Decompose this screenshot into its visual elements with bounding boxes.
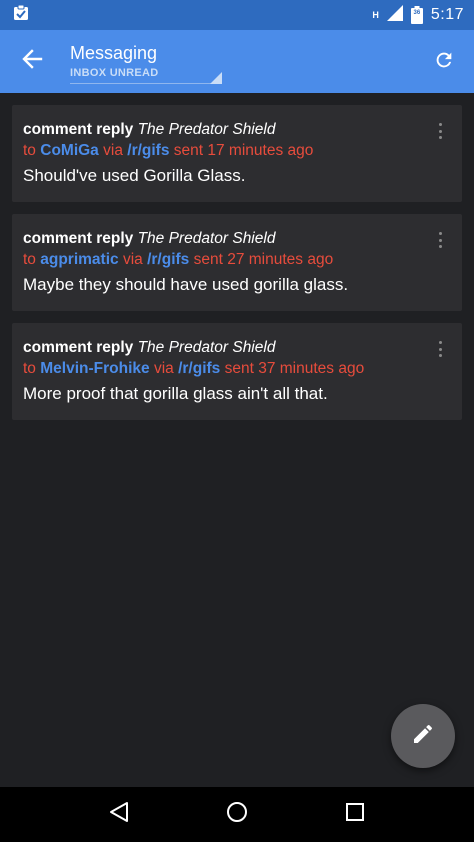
folder-subtitle: INBOX UNREAD <box>70 66 159 79</box>
thread-title[interactable]: The Predator Shield <box>138 230 276 247</box>
message-meta: to agprimatic via /r/gifs sent 27 minute… <box>23 249 422 271</box>
nav-recents-button[interactable] <box>330 790 380 840</box>
nav-back-button[interactable] <box>94 790 144 840</box>
via-label: via <box>153 360 174 377</box>
clock: 5:17 <box>430 6 464 23</box>
message-type: comment reply <box>23 121 134 138</box>
circle-home-icon <box>226 801 248 828</box>
message-body: Should've used Gorilla Glass. <box>23 166 246 185</box>
to-label: to <box>23 360 36 377</box>
to-label: to <box>23 142 36 159</box>
notification-clipboard-icon <box>12 4 30 27</box>
subreddit-link[interactable]: /r/gifs <box>147 251 189 268</box>
message-header: comment reply The Predator Shield <box>23 337 422 358</box>
thread-title[interactable]: The Predator Shield <box>138 339 276 356</box>
message-list: comment reply The Predator Shield to CoM… <box>12 105 462 432</box>
page-title: Messaging <box>70 42 158 63</box>
more-vert-icon[interactable] <box>434 123 446 139</box>
message-header: comment reply The Predator Shield <box>23 228 422 249</box>
message-type: comment reply <box>23 230 134 247</box>
message-meta: to CoMiGa via /r/gifs sent 17 minutes ag… <box>23 140 422 162</box>
to-label: to <box>23 251 36 268</box>
message-type: comment reply <box>23 339 134 356</box>
sent-time: sent 27 minutes ago <box>193 251 334 268</box>
message-card[interactable]: comment reply The Predator Shield to CoM… <box>12 105 462 202</box>
thread-title[interactable]: The Predator Shield <box>138 121 276 138</box>
message-body: More proof that gorilla glass ain't all … <box>23 384 328 403</box>
pencil-icon <box>411 722 435 751</box>
subreddit-link[interactable]: /r/gifs <box>178 360 220 377</box>
signal-icon <box>386 5 403 25</box>
more-vert-icon[interactable] <box>434 341 446 357</box>
refresh-button[interactable] <box>428 46 460 78</box>
back-button[interactable] <box>0 30 64 93</box>
square-recents-icon <box>345 802 365 827</box>
author-link[interactable]: CoMiGa <box>40 142 99 159</box>
message-card[interactable]: comment reply The Predator Shield to Mel… <box>12 323 462 420</box>
via-label: via <box>122 251 143 268</box>
compose-button[interactable] <box>391 704 455 768</box>
battery-level: 36 <box>413 10 421 16</box>
via-label: via <box>103 142 123 159</box>
dropdown-caret-icon <box>210 71 222 84</box>
sent-time: sent 17 minutes ago <box>173 142 314 159</box>
sent-time: sent 37 minutes ago <box>224 360 365 377</box>
nav-home-button[interactable] <box>212 790 262 840</box>
message-meta: to Melvin-Frohike via /r/gifs sent 37 mi… <box>23 358 422 380</box>
message-body: Maybe they should have used gorilla glas… <box>23 275 349 294</box>
network-type-label: H <box>372 10 379 20</box>
triangle-back-icon <box>108 801 130 828</box>
system-nav-bar <box>0 787 474 842</box>
more-vert-icon[interactable] <box>434 232 446 248</box>
author-link[interactable]: Melvin-Frohike <box>40 360 149 377</box>
subreddit-link[interactable]: /r/gifs <box>127 142 169 159</box>
message-header: comment reply The Predator Shield <box>23 119 422 140</box>
status-bar: H 36 5:17 <box>0 0 474 30</box>
arrow-back-icon <box>21 48 43 75</box>
author-link[interactable]: agprimatic <box>40 251 118 268</box>
message-card[interactable]: comment reply The Predator Shield to agp… <box>12 214 462 311</box>
refresh-icon <box>433 49 455 76</box>
selector-underline <box>70 82 222 84</box>
app-bar: Messaging INBOX UNREAD <box>0 30 474 93</box>
battery-icon: 36 <box>410 6 423 24</box>
folder-selector[interactable]: Messaging INBOX UNREAD <box>70 42 222 84</box>
